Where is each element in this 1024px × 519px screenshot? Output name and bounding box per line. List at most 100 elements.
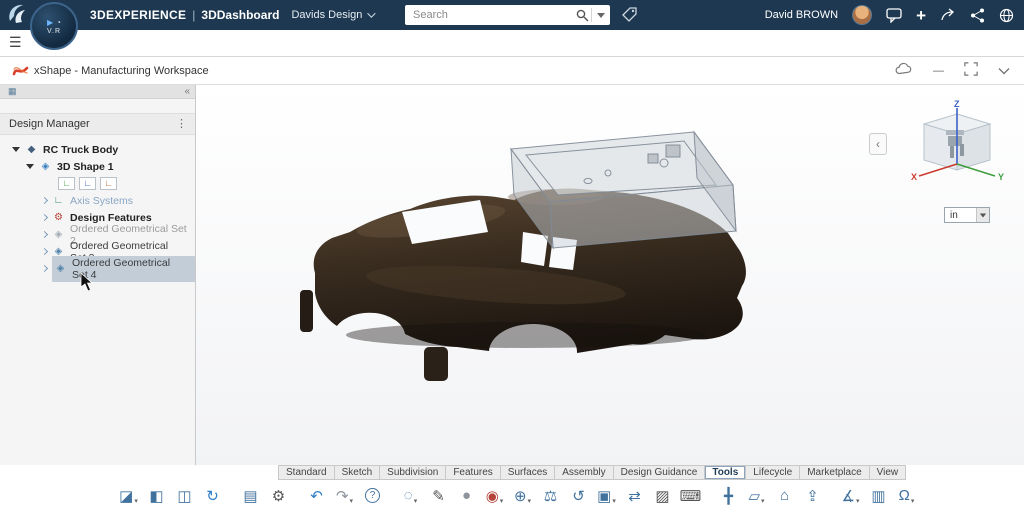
compass-emblem-icon[interactable]: ▶ ◔ V.R <box>30 2 78 50</box>
tree-item-rc-truck-body[interactable]: ◆ RC Truck Body <box>0 141 195 158</box>
xy-plane-icon[interactable]: ∟ <box>58 177 75 190</box>
section-tab-lifecycle[interactable]: Lifecycle <box>746 466 800 479</box>
section-tab-assembly[interactable]: Assembly <box>555 466 613 479</box>
stats-icon[interactable]: ▥ <box>866 483 891 508</box>
search-input[interactable]: Search <box>405 5 610 25</box>
3d-viewport[interactable]: ‹ Z X Y in <box>196 85 1024 465</box>
bottom-strip: Standard Sketch Subdivision Features Sur… <box>0 465 1024 519</box>
selected-bed-box <box>511 132 736 248</box>
dashboard-selector[interactable]: Davids Design <box>291 9 373 21</box>
expanded-caret-icon[interactable] <box>12 147 20 152</box>
emblem-caption: V.R <box>47 28 61 35</box>
keyboard-icon[interactable]: ⌨ <box>678 483 703 508</box>
section-tab-view[interactable]: View <box>870 466 906 479</box>
globe-icon[interactable] <box>999 8 1014 23</box>
align-icon[interactable]: ⇄ <box>622 483 647 508</box>
3ds-logo-icon[interactable] <box>6 2 32 31</box>
view-compass[interactable]: Z X Y <box>910 100 1005 202</box>
selected-tree-row[interactable]: ◈ Ordered Geometrical Set 4 <box>52 256 195 282</box>
catalog-icon[interactable]: ▦ <box>8 86 17 97</box>
section-tab-design-guidance[interactable]: Design Guidance <box>614 466 706 479</box>
primitive-box-icon[interactable]: ▱▾ <box>744 483 769 508</box>
tree-item-axis-systems[interactable]: ∟ Axis Systems <box>0 192 195 209</box>
collapsed-caret-icon[interactable] <box>41 214 48 221</box>
share-nodes-icon[interactable] <box>970 8 985 23</box>
units-dropdown[interactable]: in <box>944 207 990 223</box>
avatar[interactable] <box>852 5 872 25</box>
chat-icon[interactable] <box>886 8 902 23</box>
add-icon[interactable]: + <box>916 7 926 24</box>
mouse-cursor <box>80 272 94 297</box>
dashboard-name: Davids Design <box>291 9 362 21</box>
panel-header: Design Manager ⋮ <box>0 113 195 135</box>
search-placeholder: Search <box>405 9 573 21</box>
balance-icon[interactable]: ⚖ <box>538 483 563 508</box>
move-icon[interactable]: ╋ <box>716 483 741 508</box>
cloud-icon[interactable] <box>895 62 913 80</box>
maximize-icon[interactable] <box>964 62 978 81</box>
hatch-icon[interactable]: ▨ <box>650 483 675 508</box>
export-icon[interactable]: ⇪ <box>800 483 825 508</box>
search-options-dropdown[interactable] <box>592 13 610 18</box>
weight-icon[interactable]: Ω▾ <box>894 483 919 508</box>
collapse-panel-chevron-icon[interactable] <box>998 62 1010 80</box>
share-icon[interactable] <box>940 8 956 22</box>
truck-model[interactable] <box>196 85 1024 465</box>
section-tab-subdivision[interactable]: Subdivision <box>380 466 446 479</box>
toolbar-section-tabs: Standard Sketch Subdivision Features Sur… <box>278 465 906 480</box>
redo-icon[interactable]: ↷▾ <box>332 483 357 508</box>
geometrical-set-icon: ◈ <box>52 228 65 241</box>
rotate-view-icon[interactable]: ↺ <box>566 483 591 508</box>
color-wheel-icon[interactable]: ◉▾ <box>482 483 507 508</box>
insert-shape-icon[interactable]: ◧ <box>144 483 169 508</box>
workspace-title: xShape - Manufacturing Workspace <box>34 57 209 85</box>
sheet-icon[interactable]: ▤ <box>238 483 263 508</box>
section-tab-marketplace[interactable]: Marketplace <box>800 466 869 479</box>
lasso-select-icon[interactable]: ◌▾ <box>398 483 423 508</box>
design-tree: ◆ RC Truck Body ◈ 3D Shape 1 ∟ ∟ ∟ ∟ Axi… <box>0 135 195 277</box>
axis-x-label[interactable]: X <box>911 172 917 182</box>
collapsed-caret-icon[interactable] <box>41 265 48 272</box>
panel-collapse-button[interactable]: ‹ <box>869 133 887 155</box>
home-icon[interactable]: ⌂ <box>772 483 797 508</box>
hamburger-menu-icon[interactable]: ☰ <box>9 34 22 51</box>
undo-icon[interactable]: ↶ <box>304 483 329 508</box>
axis-y-label[interactable]: Y <box>998 172 1004 182</box>
sync-icon[interactable]: ↻ <box>200 483 225 508</box>
sphere-icon: ◔ <box>56 18 61 27</box>
app-tab-bar <box>0 30 1024 57</box>
measure-icon[interactable]: ∡▾ <box>838 483 863 508</box>
minimize-icon[interactable]: — <box>933 65 944 77</box>
save-icon[interactable]: ◫ <box>172 483 197 508</box>
snapshot-icon[interactable]: ▣▾ <box>594 483 619 508</box>
action-toolbar: ◪▾ ◧ ◫ ↻ ▤ ⚙ ↶ ↷▾ ? ◌▾ ✎ ● ◉▾ ⊕▾ ⚖ ↺ ▣▾ … <box>116 483 919 508</box>
section-tab-sketch[interactable]: Sketch <box>335 466 381 479</box>
search-icon[interactable] <box>573 9 591 22</box>
collapsed-caret-icon[interactable] <box>41 231 48 238</box>
tree-item-3d-shape-1[interactable]: ◈ 3D Shape 1 <box>0 158 195 175</box>
zx-plane-icon[interactable]: ∟ <box>100 177 117 190</box>
tags-icon[interactable] <box>622 7 638 27</box>
stamp-icon[interactable]: ✎ <box>426 483 451 508</box>
section-tab-features[interactable]: Features <box>446 466 500 479</box>
axis-z-label[interactable]: Z <box>954 100 960 109</box>
yz-plane-icon[interactable]: ∟ <box>79 177 96 190</box>
expanded-caret-icon[interactable] <box>26 164 34 169</box>
material-sphere-icon[interactable]: ● <box>454 483 479 508</box>
user-name[interactable]: David BROWN <box>765 9 838 21</box>
help-icon[interactable]: ? <box>360 483 385 508</box>
collapse-panel-icon[interactable]: « <box>184 85 190 98</box>
section-tab-standard[interactable]: Standard <box>279 466 335 479</box>
kebab-menu-icon[interactable]: ⋮ <box>176 117 187 130</box>
collapsed-caret-icon[interactable] <box>41 248 48 255</box>
zoom-area-icon[interactable]: ⊕▾ <box>510 483 535 508</box>
tree-item-ordered-geometrical-set-4[interactable]: ◈ Ordered Geometrical Set 4 <box>0 260 195 277</box>
collapsed-caret-icon[interactable] <box>41 197 48 204</box>
section-tab-surfaces[interactable]: Surfaces <box>501 466 555 479</box>
design-tree-panel: ▦ « Design Manager ⋮ ◆ RC Truck Body ◈ 3… <box>0 85 196 465</box>
new-part-icon[interactable]: ◪▾ <box>116 483 141 508</box>
section-tab-tools[interactable]: Tools <box>705 466 746 479</box>
shape-icon: ◈ <box>39 160 52 173</box>
platform-top-bar: 3DEXPERIENCE | 3DDashboard Davids Design… <box>0 0 1024 30</box>
settings-icon[interactable]: ⚙ <box>266 483 291 508</box>
